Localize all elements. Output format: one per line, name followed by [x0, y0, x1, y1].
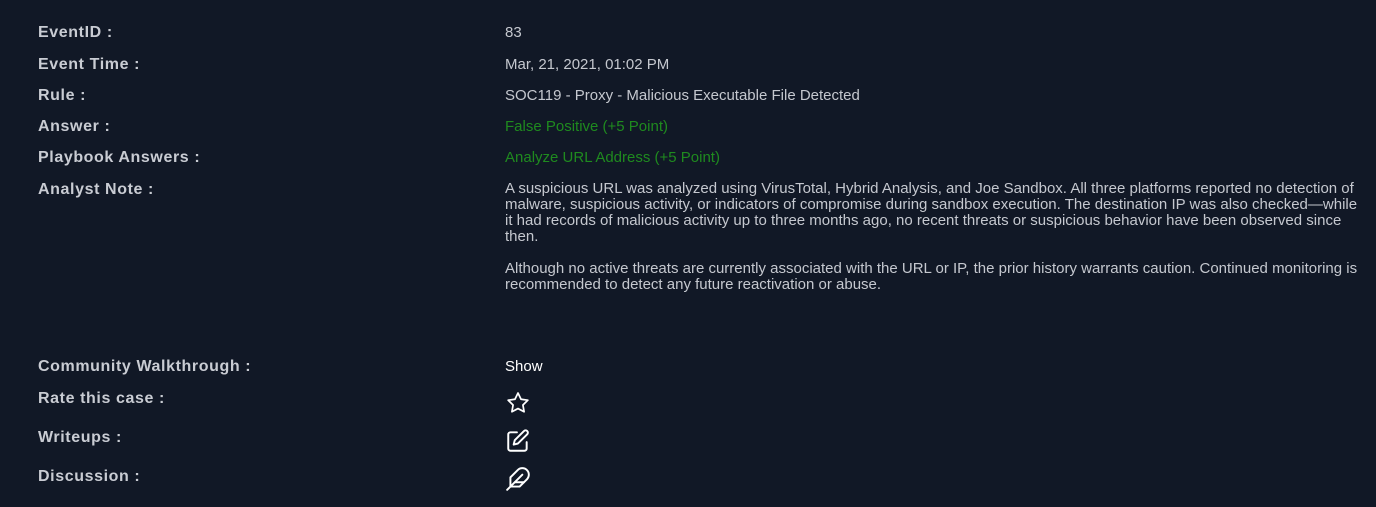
case-details-panel: EventID : 83 Event Time : Mar, 21, 2021,…: [0, 0, 1376, 507]
rule-value: SOC119 - Proxy - Malicious Executable Fi…: [505, 87, 860, 104]
community-walkthrough-show-link[interactable]: Show: [505, 358, 543, 375]
discussion-label: Discussion :: [38, 468, 141, 485]
analyst-note-paragraph-2: Although no active threats are currently…: [505, 260, 1358, 293]
star-icon[interactable]: [505, 390, 531, 416]
event-time-label: Event Time :: [38, 56, 141, 73]
writeups-label: Writeups :: [38, 429, 122, 446]
analyst-note-label: Analyst Note :: [38, 181, 154, 198]
event-time-value: Mar, 21, 2021, 01:02 PM: [505, 56, 670, 73]
event-id-label: EventID :: [38, 24, 113, 41]
feather-icon[interactable]: [505, 466, 531, 492]
event-id-value: 83: [505, 24, 522, 41]
answer-label: Answer :: [38, 118, 111, 135]
playbook-answers-label: Playbook Answers :: [38, 149, 201, 166]
playbook-answers-value: Analyze URL Address (+5 Point): [505, 149, 720, 166]
edit-icon[interactable]: [505, 428, 531, 454]
rule-label: Rule :: [38, 87, 87, 104]
analyst-note-text: A suspicious URL was analyzed using Viru…: [505, 181, 1361, 293]
analyst-note-paragraph-1: A suspicious URL was analyzed using Viru…: [505, 180, 1358, 245]
rate-case-label: Rate this case :: [38, 390, 165, 407]
answer-value: False Positive (+5 Point): [505, 118, 668, 135]
community-walkthrough-label: Community Walkthrough :: [38, 358, 252, 375]
